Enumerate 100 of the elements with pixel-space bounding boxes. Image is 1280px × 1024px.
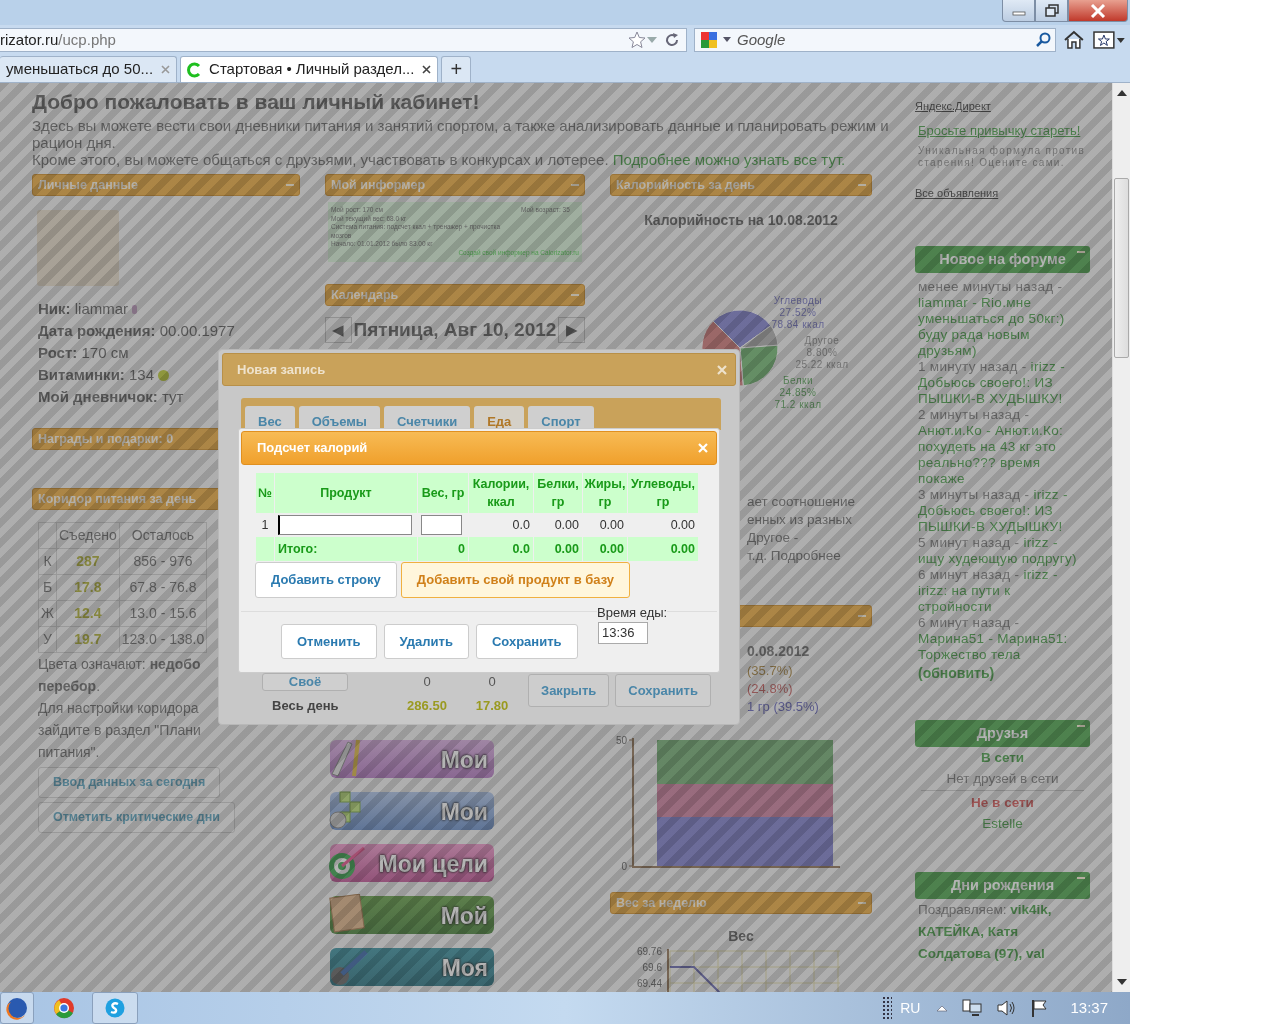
dialog-button[interactable]: Сохранить <box>615 673 711 707</box>
new-tab-button[interactable]: + <box>441 56 472 82</box>
scroll-thumb[interactable] <box>1114 178 1129 358</box>
ring-icon <box>53 997 75 1019</box>
forum-post[interactable]: 5 минут назад - irizz - ищу худеющую подругу) <box>918 535 1087 567</box>
taskbar-button[interactable] <box>92 992 138 1024</box>
dialog-tab[interactable]: Объемы <box>298 406 380 430</box>
dialog-tab[interactable]: Спорт <box>528 406 594 430</box>
profile-field: Рост: 170 см <box>38 342 129 364</box>
profile-field: Дата рождения: 00.00.1977 <box>38 320 235 342</box>
ad-link[interactable]: Бросьте привычку стареть! <box>918 123 1090 139</box>
forum-post[interactable]: 1 минуту назад - irizz - Добьюсь своего!: ИЗ ПЫШКИ-В ХУДЫШКУ! <box>918 359 1087 407</box>
action-button[interactable]: Ввод данных за сегодня <box>38 767 221 798</box>
bookmarks-icon[interactable] <box>1092 30 1126 50</box>
table-cell: 123.0 - 138.0 <box>119 626 207 653</box>
dialog-tab[interactable]: Вес <box>245 406 295 430</box>
search-field[interactable]: Google <box>735 27 1032 53</box>
table-cell-text: 286.50 <box>406 696 448 715</box>
star-icon[interactable] <box>628 31 646 49</box>
menu-banner[interactable]: Мои цели <box>330 843 494 882</box>
menu-banner[interactable]: Моя <box>330 947 494 986</box>
action-button[interactable]: Отметить критические дни <box>38 801 235 833</box>
caret-icon[interactable] <box>936 1004 949 1012</box>
browser-tab[interactable]: уменьшаться до 50... <box>0 56 178 82</box>
panel-header[interactable]: Вес за неделю <box>610 892 872 914</box>
dialog-button[interactable]: Сохранить <box>475 623 578 659</box>
scroll-down-icon[interactable] <box>1116 978 1127 986</box>
scroll-up-icon[interactable] <box>1116 89 1127 97</box>
table-cell: 0.00 <box>628 537 698 561</box>
table-cell: Итого: <box>275 537 417 561</box>
ads-link[interactable]: Яндекс.Директ <box>915 100 991 112</box>
forum-post[interactable]: 6 минут назад - Марина51 - Марина51: Торжество тела <box>918 615 1087 663</box>
page-heading: Добро пожаловать в ваш личный кабинет! <box>32 91 481 113</box>
column-header: Съедено <box>56 522 120 549</box>
minimize-button[interactable] <box>1002 0 1035 22</box>
refresh-link[interactable]: (обновить) <box>918 663 1090 684</box>
flag-icon[interactable] <box>1030 998 1049 1018</box>
description-text: т.д. Подробнее <box>747 547 842 565</box>
dialog-button[interactable]: Закрыть <box>528 673 610 707</box>
close-button[interactable] <box>1068 0 1128 22</box>
more-info-link[interactable]: Подробнее можно узнать все тут. <box>612 151 846 168</box>
table-cell: 17.8 <box>56 574 120 601</box>
search-icon[interactable] <box>1035 32 1052 48</box>
menu-banner[interactable]: Мои <box>330 791 494 830</box>
language-indicator[interactable]: RU <box>900 997 921 1019</box>
browser-tab[interactable]: Стартовая • Личный раздел... <box>180 56 439 82</box>
panel-header[interactable]: Личные данные <box>32 174 300 196</box>
dialog-button[interactable]: Отменить <box>281 623 377 659</box>
friend-link[interactable]: Estelle <box>915 813 1090 834</box>
previous-day-button[interactable]: ◀ <box>325 317 352 344</box>
dialog-tab[interactable]: Счетчики <box>383 406 471 430</box>
axis-tick-label: 69.44 <box>636 978 662 989</box>
legend-text: Цвета означают: недобо <box>38 655 201 674</box>
add-product-button[interactable]: Добавить свой продукт в базу <box>400 562 631 598</box>
panel-header[interactable]: Календарь <box>325 284 585 306</box>
column-header: № <box>256 473 274 513</box>
pie-label: Углеводы 27.52% 78.84 ккал <box>770 295 826 331</box>
favicon-icon <box>187 61 202 78</box>
search-box[interactable]: Google <box>694 28 1057 52</box>
dialog-button[interactable]: Удалить <box>383 623 469 659</box>
panel-title: Личные данные <box>38 176 138 194</box>
all-ads-link[interactable]: Все объявления <box>915 185 999 202</box>
address-field[interactable]: rizator.ru/ucp.php <box>0 28 687 52</box>
panel-title: Коридор питания за день <box>38 490 197 508</box>
table-cell: 0 <box>418 537 468 561</box>
reload-icon[interactable] <box>664 32 680 48</box>
weight-input[interactable] <box>421 515 462 535</box>
forum-post[interactable]: 3 минуты назад - irizz - Добьюсь своего!: ИЗ ПЫШКИ-В ХУДЫШКУ! <box>918 487 1087 535</box>
clock-text[interactable]: 13:37 <box>1070 996 1108 1020</box>
network-icon[interactable] <box>962 998 983 1018</box>
forum-post[interactable]: 6 минут назад - irizz - irizz: на пути к стройности <box>918 567 1087 615</box>
table-cell: 0.00 <box>583 537 627 561</box>
dialog-tab[interactable]: Еда <box>474 406 525 430</box>
panel-title: Друзья <box>976 723 1029 743</box>
panel-header[interactable]: Друзья <box>915 720 1090 747</box>
add-row-button[interactable]: Добавить строку <box>255 562 397 598</box>
product-input[interactable] <box>278 515 412 535</box>
table-cell: Ж <box>38 600 57 627</box>
profile-field: Ник: liammar <box>38 298 129 320</box>
panel-header[interactable]: Калорийность за день <box>610 174 872 196</box>
menu-banner[interactable]: Мой <box>330 895 494 934</box>
panel-header[interactable]: Дни рождения <box>915 872 1090 899</box>
speaker-icon[interactable] <box>996 998 1017 1018</box>
close-icon[interactable] <box>422 65 432 74</box>
dialog-title: Новая запись <box>237 360 326 379</box>
time-input[interactable]: 13:36 <box>598 621 648 644</box>
caret-icon[interactable] <box>723 37 731 43</box>
table-cell-text: 17.80 <box>474 696 510 715</box>
table-cell: У <box>38 626 57 653</box>
menu-banner[interactable]: Мои <box>330 739 494 778</box>
panel-title: Вес за неделю <box>616 894 707 912</box>
row-label: Весь день <box>271 696 340 715</box>
forum-post[interactable]: менее минуты назад - liammar - Rio.мне уменьшаться до 50кг:) буду рада новым друзьям) <box>918 279 1087 359</box>
panel-header[interactable]: Новое на форуме <box>915 246 1090 273</box>
column-header: Белки, гр <box>534 473 582 513</box>
panel-header[interactable]: Мой информер <box>325 174 585 196</box>
taskbar-button[interactable] <box>0 992 34 1024</box>
home-icon[interactable] <box>1063 30 1086 50</box>
next-day-button[interactable]: ▶ <box>558 317 585 344</box>
maximize-button[interactable] <box>1035 0 1068 22</box>
